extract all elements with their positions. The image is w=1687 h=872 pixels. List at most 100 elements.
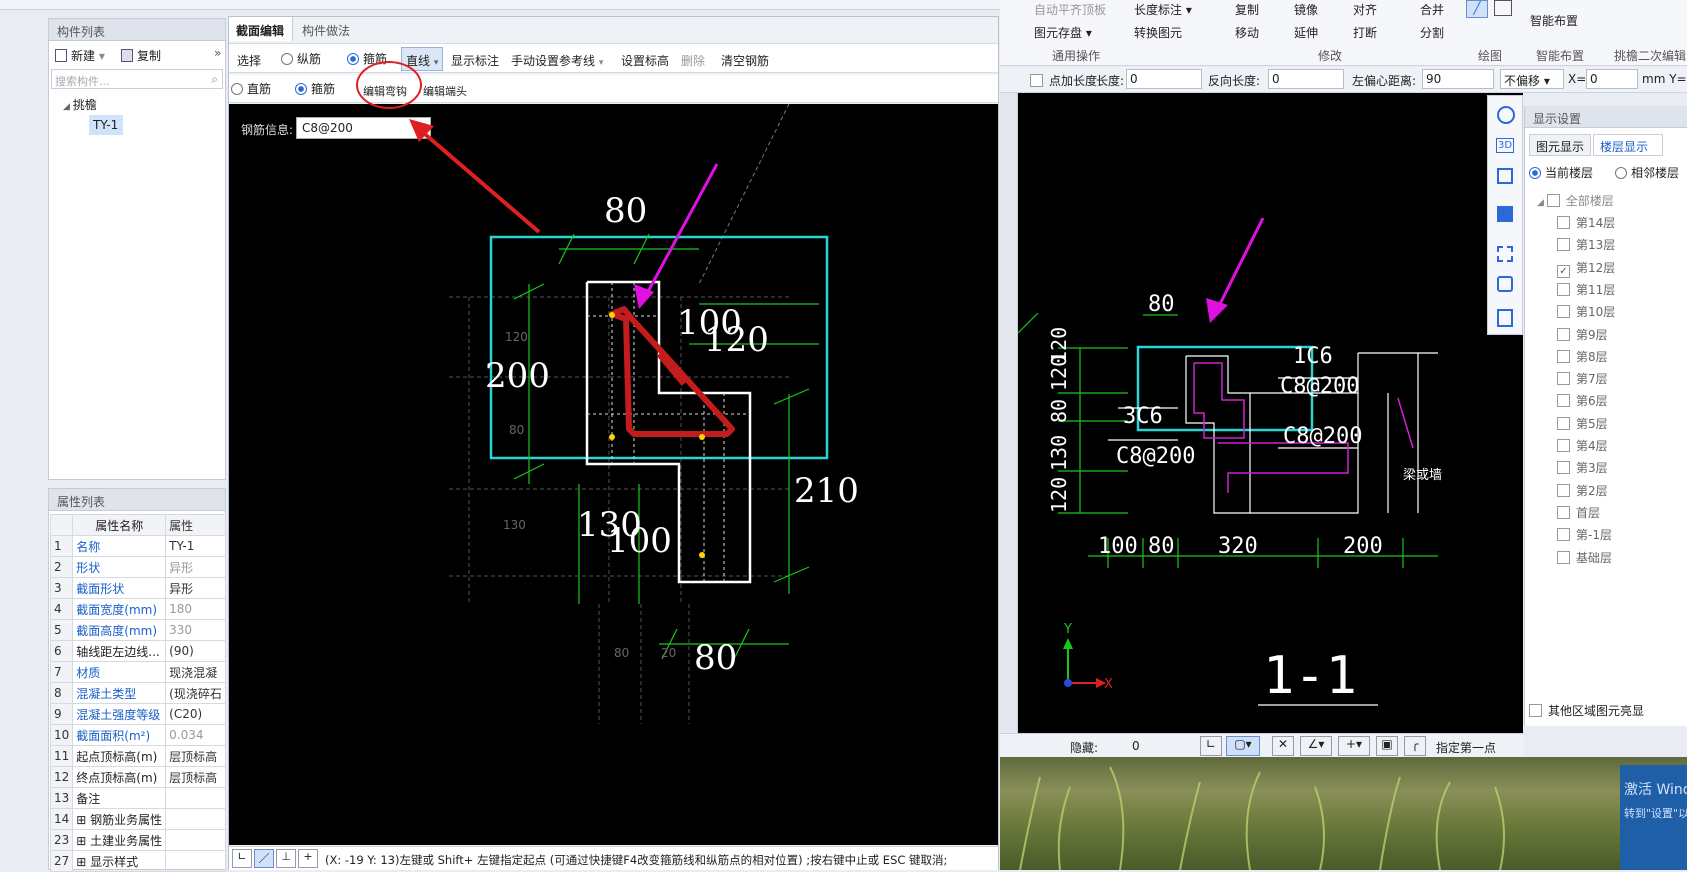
longitudinal-rebar-radio[interactable]: 纵筋 xyxy=(281,50,321,67)
floor-checkbox[interactable]: 第14层 xyxy=(1557,214,1615,231)
cube-view-icon[interactable] xyxy=(1497,206,1513,222)
property-row[interactable]: 9 混凝土强度等级 (C20) xyxy=(49,703,226,725)
break-button[interactable]: 打断 xyxy=(1353,24,1377,41)
floor-checkbox[interactable]: 第13层 xyxy=(1557,236,1615,253)
no-offset-dropdown[interactable]: 不偏移 ▾ xyxy=(1500,69,1564,89)
adjacent-floor-radio[interactable]: 相邻楼层 xyxy=(1615,164,1679,181)
clear-rebar-button[interactable]: 清空钢筋 xyxy=(721,52,769,69)
element-save-button[interactable]: 图元存盘 ▾ xyxy=(1034,24,1092,41)
convert-element-button[interactable]: 转换图元 xyxy=(1134,24,1182,41)
floor-checkbox[interactable]: ✓ 第12层 xyxy=(1557,259,1615,278)
floor-checkbox[interactable]: 第2层 xyxy=(1557,482,1608,499)
property-value[interactable] xyxy=(165,829,226,851)
property-value[interactable] xyxy=(165,850,226,872)
snap-icon[interactable]: + xyxy=(298,849,318,868)
split-button[interactable]: 分割 xyxy=(1420,24,1444,41)
property-value[interactable]: 层顶标高 xyxy=(165,745,226,767)
orbit-icon[interactable] xyxy=(1497,106,1515,124)
property-value[interactable]: 现浇混凝 xyxy=(165,661,226,683)
property-row[interactable]: 1 名称 TY-1 xyxy=(49,535,226,557)
tab-component-method[interactable]: 构件做法 xyxy=(295,17,359,41)
other-highlight-checkbox[interactable]: 其他区域图元亮显 xyxy=(1529,702,1644,719)
property-row[interactable]: 7 材质 现浇混凝 xyxy=(49,661,226,683)
property-row[interactable]: 23 ⊞ 土建业务属性 xyxy=(49,829,226,851)
cube-icon[interactable] xyxy=(1497,168,1513,184)
offset-input[interactable]: 90 xyxy=(1422,69,1494,89)
property-row[interactable]: 10 截面面积(m²) 0.034 xyxy=(49,724,226,746)
smart-layout-button[interactable]: 智能布置 xyxy=(1530,12,1578,29)
perp-icon[interactable]: ⊥ xyxy=(276,849,296,868)
merge-button[interactable]: 合并 xyxy=(1420,1,1444,18)
floor-checkbox[interactable]: 第4层 xyxy=(1557,437,1608,454)
ortho-toggle-icon[interactable]: ∟ xyxy=(1200,736,1222,756)
angle-icon[interactable]: ∠▾ xyxy=(1300,736,1332,756)
move-button[interactable]: 移动 xyxy=(1235,24,1259,41)
arc-icon[interactable]: ╭ xyxy=(1404,736,1426,756)
new-button[interactable]: 新建 ▾ xyxy=(55,47,105,64)
tab-floor-display[interactable]: 楼层显示 xyxy=(1593,134,1663,156)
floor-checkbox[interactable]: 第11层 xyxy=(1557,281,1615,298)
delete-button[interactable]: 删除 xyxy=(681,52,705,69)
line-tool-icon[interactable]: ／ xyxy=(254,849,274,868)
copy-ribbon-button[interactable]: 复制 xyxy=(1235,1,1259,18)
section-canvas[interactable]: 钢筋信息: C8@200 ▾ 80 100 120 200 210 130 10… xyxy=(229,104,998,845)
tree-item-ty1[interactable]: TY-1 xyxy=(89,115,123,135)
floor-checkbox[interactable]: 第10层 xyxy=(1557,303,1615,320)
property-row[interactable]: 3 截面形状 异形 xyxy=(49,577,226,599)
property-value[interactable]: 330 xyxy=(165,619,226,641)
floor-checkbox[interactable]: 第8层 xyxy=(1557,348,1608,365)
property-value[interactable] xyxy=(165,808,226,830)
floor-checkbox[interactable]: 第6层 xyxy=(1557,392,1608,409)
rebar-info-input[interactable]: C8@200 ▾ xyxy=(296,117,431,139)
copy-button[interactable]: 复制 xyxy=(121,47,161,64)
edit-end-button[interactable]: 编辑端头 xyxy=(423,83,467,99)
property-value[interactable]: 0.034 xyxy=(165,724,226,746)
property-value[interactable]: 180 xyxy=(165,598,226,620)
floor-checkbox[interactable]: 第5层 xyxy=(1557,415,1608,432)
property-value[interactable]: TY-1 xyxy=(165,535,226,557)
length-input[interactable]: 0 xyxy=(1126,69,1202,89)
all-floors-checkbox[interactable]: ◢ 全部楼层 xyxy=(1537,192,1614,209)
floor-checkbox[interactable]: 基础层 xyxy=(1557,549,1612,566)
reverse-length-input[interactable]: 0 xyxy=(1268,69,1344,89)
cross-icon[interactable]: ✕ xyxy=(1272,736,1294,756)
line-draw-icon[interactable]: ╱ xyxy=(1466,0,1488,18)
floor-checkbox[interactable]: 第9层 xyxy=(1557,326,1608,343)
extend-button[interactable]: 延伸 xyxy=(1294,24,1318,41)
auto-flush-button[interactable]: 自动平齐顶板 xyxy=(1034,1,1106,18)
focus-icon[interactable] xyxy=(1497,276,1513,292)
property-row[interactable]: 4 截面宽度(mm) 180 xyxy=(49,598,226,620)
floor-checkbox[interactable]: 第-1层 xyxy=(1557,526,1612,543)
property-row[interactable]: 12 终点顶标高(m) 层顶标高 xyxy=(49,766,226,788)
tab-section-edit[interactable]: 截面编辑 xyxy=(229,17,293,41)
manual-reference-line-button[interactable]: 手动设置参考线 ▾ xyxy=(511,52,603,69)
property-row[interactable]: 14 ⊞ 钢筋业务属性 xyxy=(49,808,226,830)
property-value[interactable]: 异形 xyxy=(165,556,226,578)
set-elevation-button[interactable]: 设置标高 xyxy=(621,52,669,69)
rect-select-icon[interactable]: ▢▾ xyxy=(1226,736,1260,756)
search-input[interactable]: 搜索构件... ⌕ xyxy=(51,69,223,89)
property-value[interactable]: 异形 xyxy=(165,577,226,599)
tab-element-display[interactable]: 图元显示 xyxy=(1529,134,1591,156)
x-input[interactable]: 0 xyxy=(1586,69,1638,89)
point-length-checkbox[interactable]: 点加长度 xyxy=(1030,72,1097,89)
property-value[interactable]: (现浇碎石 xyxy=(165,682,226,704)
ortho-icon[interactable]: ∟ xyxy=(232,849,252,868)
floor-checkbox[interactable]: 第3层 xyxy=(1557,459,1608,476)
drawing-canvas[interactable]: 80 1C6 C8@200 3C6 C8@200 C8@200 1-1 梁或墙 … xyxy=(1018,93,1523,733)
property-row[interactable]: 2 形状 异形 xyxy=(49,556,226,578)
floor-checkbox[interactable]: 首层 xyxy=(1557,504,1600,521)
property-row[interactable]: 6 轴线距左边线... (90) xyxy=(49,640,226,662)
property-value[interactable]: 层顶标高 xyxy=(165,766,226,788)
property-row[interactable]: 27 ⊞ 显示样式 xyxy=(49,850,226,872)
rect-draw-icon[interactable] xyxy=(1494,0,1512,16)
floor-checkbox[interactable]: 第7层 xyxy=(1557,370,1608,387)
property-row[interactable]: 11 起点顶标高(m) 层顶标高 xyxy=(49,745,226,767)
property-value[interactable]: (90) xyxy=(165,640,226,662)
length-dim-button[interactable]: 长度标注 ▾ xyxy=(1134,1,1192,18)
current-floor-radio[interactable]: 当前楼层 xyxy=(1529,164,1593,181)
straight-rebar-radio[interactable]: 直筋 xyxy=(231,80,271,97)
more-arrow-icon[interactable]: » xyxy=(214,46,221,60)
property-row[interactable]: 13 备注 xyxy=(49,787,226,809)
align-button[interactable]: 对齐 xyxy=(1353,1,1377,18)
